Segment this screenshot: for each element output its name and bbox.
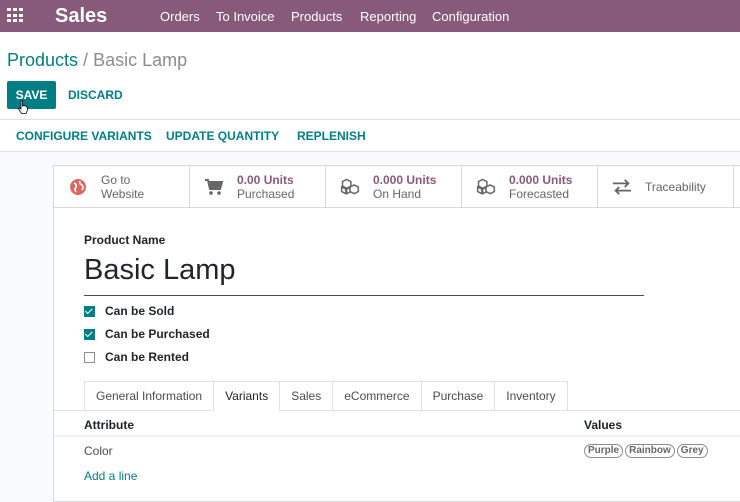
- cubes-icon: [476, 178, 496, 195]
- cubes-icon: [340, 178, 360, 195]
- can-be-rented-label: Can be Rented: [105, 350, 190, 364]
- cart-icon: [205, 179, 224, 195]
- column-attribute[interactable]: Attribute: [84, 418, 134, 432]
- column-values[interactable]: Values: [584, 418, 622, 432]
- smart-button-bar: Go to Website 0.00 Units Purchased 0.000…: [54, 166, 740, 208]
- app-menu-icon[interactable]: [7, 8, 23, 23]
- menu-products[interactable]: Products: [291, 9, 342, 24]
- menu-orders[interactable]: Orders: [160, 9, 200, 24]
- menu-reporting[interactable]: Reporting: [360, 9, 416, 24]
- control-panel-divider: [0, 119, 740, 120]
- can-be-purchased-checkbox[interactable]: [84, 328, 95, 340]
- menu-configuration[interactable]: Configuration: [432, 9, 509, 24]
- can-be-purchased-row[interactable]: Can be Purchased: [84, 327, 210, 341]
- add-a-line-link[interactable]: Add a line: [84, 469, 137, 483]
- stat-label: On Hand: [373, 187, 422, 201]
- attribute-cell[interactable]: Color: [84, 444, 113, 458]
- product-name-input[interactable]: Basic Lamp: [84, 254, 644, 296]
- stat-value: Go to: [101, 173, 131, 187]
- tab-variants[interactable]: Variants: [213, 381, 281, 411]
- forecasted-button[interactable]: 0.000 Units Forecasted: [462, 166, 598, 207]
- can-be-rented-row[interactable]: Can be Rented: [84, 350, 189, 364]
- value-tag: Purple: [584, 444, 624, 458]
- variants-table-header: Attribute Values: [54, 411, 740, 437]
- values-tags[interactable]: Purple Rainbow Grey: [584, 444, 710, 458]
- stat-label: Traceability: [645, 180, 706, 194]
- tab-inventory[interactable]: Inventory: [494, 381, 568, 411]
- value-tag: Rainbow: [625, 444, 675, 458]
- can-be-sold-row[interactable]: Can be Sold: [84, 304, 174, 318]
- on-hand-button[interactable]: 0.000 Units On Hand: [326, 166, 462, 207]
- stat-value: 0.00 Units: [237, 173, 294, 187]
- tab-ecommerce[interactable]: eCommerce: [332, 381, 422, 411]
- replenish-button[interactable]: REPLENISH: [297, 129, 366, 143]
- save-button[interactable]: SAVE: [7, 81, 56, 109]
- can-be-purchased-label: Can be Purchased: [105, 327, 210, 341]
- stat-value: 0.000 Units: [373, 173, 437, 187]
- can-be-sold-label: Can be Sold: [105, 304, 175, 318]
- purchased-button[interactable]: 0.00 Units Purchased: [190, 166, 326, 207]
- top-navbar: Sales Orders To Invoice Products Reporti…: [0, 0, 740, 32]
- traceability-button[interactable]: Traceability: [598, 166, 734, 207]
- go-to-website-button[interactable]: Go to Website: [54, 166, 190, 207]
- exchange-icon: [612, 179, 632, 195]
- stat-value: 0.000 Units: [509, 173, 573, 187]
- tab-purchase[interactable]: Purchase: [420, 381, 496, 411]
- update-quantity-button[interactable]: UPDATE QUANTITY: [166, 129, 279, 143]
- tab-general-information[interactable]: General Information: [84, 381, 215, 411]
- notebook-tabs: General Information Variants Sales eComm…: [84, 381, 568, 411]
- app-name[interactable]: Sales: [55, 5, 107, 28]
- breadcrumb-current: Basic Lamp: [93, 50, 188, 70]
- configure-variants-button[interactable]: CONFIGURE VARIANTS: [16, 129, 152, 143]
- stat-label: Forecasted: [509, 187, 570, 201]
- stat-label: Website: [101, 187, 145, 201]
- stat-label: Purchased: [237, 187, 295, 201]
- breadcrumb-products-link[interactable]: Products: [7, 50, 78, 70]
- form-sheet: Go to Website 0.00 Units Purchased 0.000…: [53, 165, 740, 502]
- breadcrumb: Products / Basic Lamp: [7, 50, 187, 71]
- tab-sales[interactable]: Sales: [279, 381, 334, 411]
- discard-button[interactable]: DISCARD: [68, 88, 123, 102]
- globe-icon: [70, 179, 86, 195]
- can-be-rented-checkbox[interactable]: [84, 351, 95, 363]
- breadcrumb-separator: /: [83, 50, 89, 70]
- can-be-sold-checkbox[interactable]: [84, 305, 95, 317]
- value-tag: Grey: [676, 444, 708, 458]
- menu-to-invoice[interactable]: To Invoice: [216, 9, 275, 24]
- hand-cursor-icon: [18, 100, 28, 114]
- product-name-label: Product Name: [84, 233, 166, 247]
